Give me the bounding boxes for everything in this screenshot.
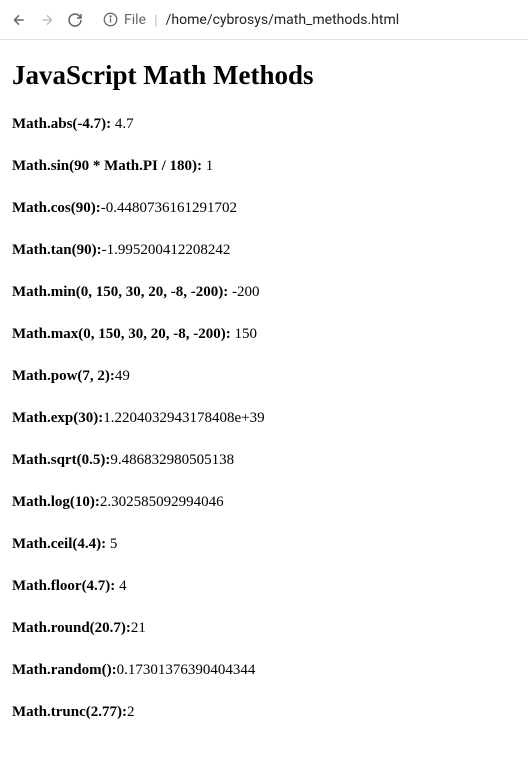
method-row: Math.trunc(2.77):2	[12, 703, 516, 721]
method-row: Math.abs(-4.7): 4.7	[12, 115, 516, 133]
back-button[interactable]	[10, 11, 28, 29]
method-value: 2.302585092994046	[100, 494, 224, 510]
page-content: JavaScript Math Methods Math.abs(-4.7): …	[0, 40, 528, 757]
method-row: Math.min(0, 150, 30, 20, -8, -200): -200	[12, 283, 516, 301]
method-value: 1.2204032943178408e+39	[103, 410, 264, 426]
method-value: 1	[206, 158, 214, 174]
method-row: Math.tan(90):-1.995200412208242	[12, 241, 516, 259]
method-label: Math.log(10):	[12, 494, 100, 510]
page-title: JavaScript Math Methods	[12, 60, 516, 91]
method-label: Math.abs(-4.7):	[12, 116, 115, 132]
forward-button[interactable]	[38, 11, 56, 29]
address-bar[interactable]: File | /home/cybrosys/math_methods.html	[94, 11, 518, 29]
info-icon	[102, 12, 118, 28]
method-value: 49	[115, 368, 130, 384]
method-value: 9.486832980505138	[110, 452, 234, 468]
method-row: Math.pow(7, 2):49	[12, 367, 516, 385]
url-path: /home/cybrosys/math_methods.html	[166, 12, 399, 28]
method-value: 2	[127, 704, 135, 720]
method-value: 21	[131, 620, 146, 636]
method-label: Math.floor(4.7):	[12, 578, 119, 594]
method-label: Math.sin(90 * Math.PI / 180):	[12, 158, 206, 174]
method-value: -0.4480736161291702	[101, 200, 237, 216]
method-value: 5	[110, 536, 118, 552]
method-value: 4.7	[115, 116, 134, 132]
method-label: Math.random():	[12, 662, 117, 678]
reload-button[interactable]	[66, 11, 84, 29]
method-row: Math.exp(30):1.2204032943178408e+39	[12, 409, 516, 427]
method-row: Math.max(0, 150, 30, 20, -8, -200): 150	[12, 325, 516, 343]
file-scheme-label: File	[124, 12, 146, 28]
browser-toolbar: File | /home/cybrosys/math_methods.html	[0, 0, 528, 40]
method-row: Math.random():0.17301376390404344	[12, 661, 516, 679]
method-label: Math.round(20.7):	[12, 620, 131, 636]
methods-list: Math.abs(-4.7): 4.7 Math.sin(90 * Math.PI…	[12, 115, 516, 721]
method-row: Math.sin(90 * Math.PI / 180): 1	[12, 157, 516, 175]
method-value: 4	[119, 578, 127, 594]
method-label: Math.sqrt(0.5):	[12, 452, 110, 468]
method-label: Math.exp(30):	[12, 410, 103, 426]
method-label: Math.max(0, 150, 30, 20, -8, -200):	[12, 326, 234, 342]
method-label: Math.tan(90):	[12, 242, 102, 258]
method-row: Math.ceil(4.4): 5	[12, 535, 516, 553]
method-row: Math.round(20.7):21	[12, 619, 516, 637]
method-row: Math.floor(4.7): 4	[12, 577, 516, 595]
method-value: -200	[232, 284, 260, 300]
method-row: Math.cos(90):-0.4480736161291702	[12, 199, 516, 217]
method-label: Math.min(0, 150, 30, 20, -8, -200):	[12, 284, 232, 300]
method-value: 150	[234, 326, 257, 342]
method-row: Math.sqrt(0.5):9.486832980505138	[12, 451, 516, 469]
method-label: Math.trunc(2.77):	[12, 704, 127, 720]
method-value: 0.17301376390404344	[117, 662, 256, 678]
address-divider: |	[154, 11, 158, 29]
method-row: Math.log(10):2.302585092994046	[12, 493, 516, 511]
method-label: Math.pow(7, 2):	[12, 368, 115, 384]
method-label: Math.cos(90):	[12, 200, 101, 216]
method-value: -1.995200412208242	[102, 242, 231, 258]
method-label: Math.ceil(4.4):	[12, 536, 110, 552]
